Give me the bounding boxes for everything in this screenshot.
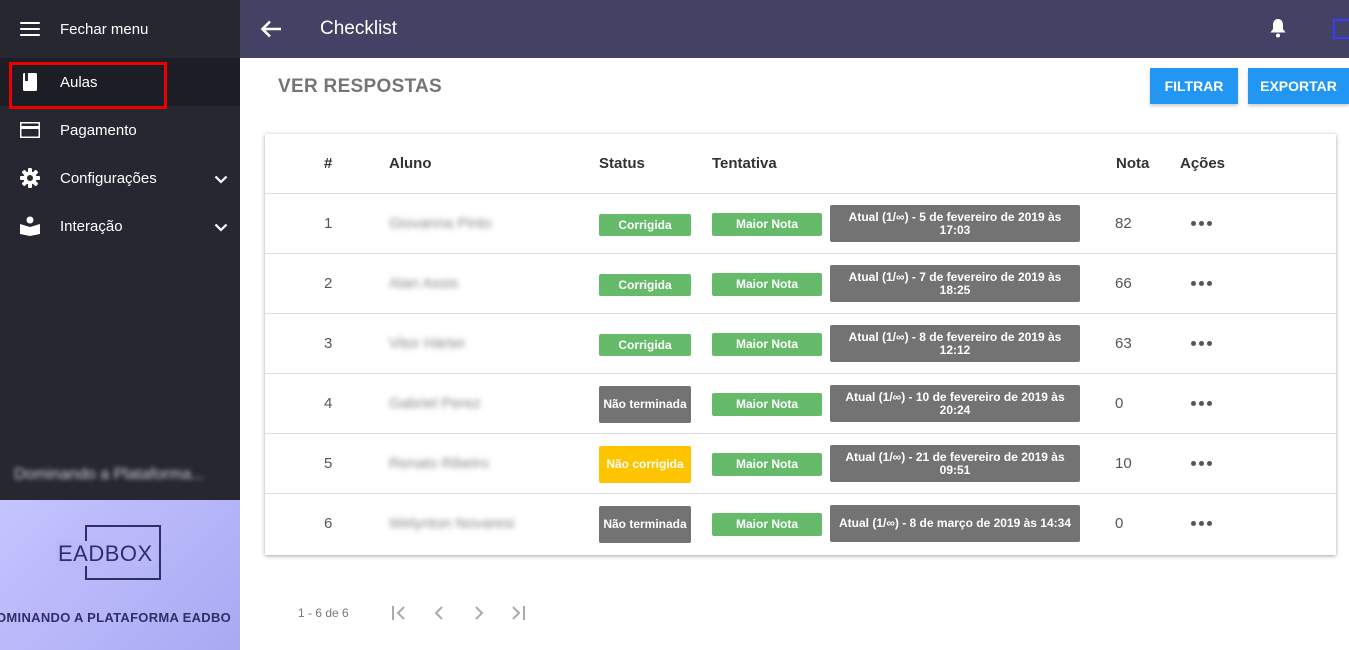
status-badge: Corrigida — [599, 274, 691, 296]
more-actions-icon[interactable] — [1191, 401, 1212, 406]
attempt-date-badge: Atual (1/∞) - 5 de fevereiro de 2019 às … — [830, 205, 1080, 242]
student-name: Alan Assis — [389, 275, 459, 292]
prev-page-icon[interactable] — [429, 603, 449, 623]
close-menu-button[interactable]: Fechar menu — [0, 0, 240, 58]
row-number: 2 — [324, 275, 333, 292]
book-icon — [20, 72, 40, 92]
col-status[interactable]: Status — [599, 155, 645, 172]
attempt-date-badge: Atual (1/∞) - 8 de março de 2019 às 14:3… — [830, 505, 1080, 542]
answers-table: # Aluno Status Tentativa Nota Ações 1 Gi… — [265, 134, 1336, 555]
status-badge: Não terminada — [599, 386, 691, 423]
student-name: Giovanna Pinto — [389, 215, 492, 232]
attempt-badge: Maior Nota — [712, 453, 822, 476]
col-acoes: Ações — [1180, 155, 1226, 172]
status-badge: Corrigida — [599, 334, 691, 356]
attempt-badge: Maior Nota — [712, 213, 822, 236]
table-row[interactable]: 4 Gabriel Perez Não terminada Maior Nota… — [265, 374, 1336, 434]
student-name: Welynton Novaresi — [389, 515, 515, 532]
sidebar-item-label: Pagamento — [60, 121, 137, 139]
table-row[interactable]: 6 Welynton Novaresi Não terminada Maior … — [265, 494, 1336, 554]
row-number: 6 — [324, 515, 333, 532]
attempt-date-badge: Atual (1/∞) - 7 de fevereiro de 2019 às … — [830, 265, 1080, 302]
table-row[interactable]: 5 Renato Ribeiro Não corrigida Maior Not… — [265, 434, 1336, 494]
row-number: 4 — [324, 395, 333, 412]
attempt-date-badge: Atual (1/∞) - 8 de fevereiro de 2019 às … — [830, 325, 1080, 362]
pagination-info: 1 - 6 de 6 — [298, 606, 349, 620]
sidebar: Fechar menu Aulas Pagamento Configuraçõe… — [0, 0, 240, 650]
hamburger-icon — [20, 22, 40, 36]
reader-icon — [20, 216, 40, 236]
chevron-down-icon[interactable] — [214, 219, 228, 236]
gear-icon — [20, 168, 40, 188]
attempt-badge: Maior Nota — [712, 333, 822, 356]
course-banner[interactable]: EADBOX OMINANDO A PLATAFORMA EADBO — [0, 500, 240, 650]
credit-card-icon — [20, 120, 40, 140]
first-page-icon[interactable] — [389, 603, 409, 623]
page-title-bar: Checklist — [320, 18, 398, 39]
sidebar-item-label: Configurações — [60, 169, 157, 187]
status-badge: Corrigida — [599, 214, 691, 236]
more-actions-icon[interactable] — [1191, 221, 1212, 226]
row-number: 5 — [324, 455, 333, 472]
more-actions-icon[interactable] — [1191, 341, 1212, 346]
export-button[interactable]: EXPORTAR — [1248, 68, 1349, 104]
grade-value: 66 — [1115, 275, 1132, 292]
student-name: Renato Ribeiro — [389, 455, 490, 472]
sidebar-item-label: Aulas — [60, 73, 98, 91]
eadbox-logo: EADBOX — [56, 541, 155, 566]
attempt-badge: Maior Nota — [712, 513, 822, 536]
close-menu-label: Fechar menu — [60, 20, 149, 38]
attempt-date-badge: Atual (1/∞) - 10 de fevereiro de 2019 às… — [830, 385, 1080, 422]
attempt-badge: Maior Nota — [712, 273, 822, 296]
table-row[interactable]: 2 Alan Assis Corrigida Maior Nota Atual … — [265, 254, 1336, 314]
sidebar-item-label: Interação — [60, 217, 123, 235]
course-name[interactable]: Dominando a Plataforma... — [14, 466, 229, 484]
attempt-badge: Maior Nota — [712, 393, 822, 416]
top-bar: Checklist — [240, 0, 1349, 58]
back-arrow-icon[interactable] — [260, 18, 282, 40]
fullscreen-icon[interactable] — [1333, 19, 1349, 39]
filter-button[interactable]: FILTRAR — [1150, 68, 1238, 104]
banner-subtitle: OMINANDO A PLATAFORMA EADBO — [0, 610, 232, 625]
col-aluno[interactable]: Aluno — [389, 155, 432, 172]
grade-value: 0 — [1115, 515, 1124, 532]
student-name: Gabriel Perez — [389, 395, 481, 412]
col-tentativa[interactable]: Tentativa — [712, 155, 777, 172]
last-page-icon[interactable] — [508, 603, 528, 623]
grade-value: 63 — [1115, 335, 1132, 352]
row-number: 3 — [324, 335, 333, 352]
sidebar-item-pagamento[interactable]: Pagamento — [0, 106, 240, 154]
col-nota[interactable]: Nota — [1116, 155, 1149, 172]
more-actions-icon[interactable] — [1191, 461, 1212, 466]
more-actions-icon[interactable] — [1191, 521, 1212, 526]
grade-value: 82 — [1115, 215, 1132, 232]
status-badge: Não terminada — [599, 506, 691, 543]
sidebar-item-interacao[interactable]: Interação — [0, 202, 240, 250]
attempt-date-badge: Atual (1/∞) - 21 de fevereiro de 2019 às… — [830, 445, 1080, 482]
col-num[interactable]: # — [324, 155, 332, 172]
page-title: VER RESPOSTAS — [278, 76, 443, 97]
table-row[interactable]: 3 Vitor Härter Corrigida Maior Nota Atua… — [265, 314, 1336, 374]
status-badge: Não corrigida — [599, 446, 691, 483]
chevron-down-icon[interactable] — [214, 171, 228, 188]
sidebar-item-configuracoes[interactable]: Configurações — [0, 154, 240, 202]
table-header: # Aluno Status Tentativa Nota Ações — [265, 134, 1336, 194]
table-row[interactable]: 1 Giovanna Pinto Corrigida Maior Nota At… — [265, 194, 1336, 254]
bell-icon[interactable] — [1269, 18, 1287, 43]
grade-value: 0 — [1115, 395, 1124, 412]
sidebar-item-aulas[interactable]: Aulas — [0, 58, 240, 106]
more-actions-icon[interactable] — [1191, 281, 1212, 286]
student-name: Vitor Härter — [389, 335, 466, 352]
row-number: 1 — [324, 215, 333, 232]
grade-value: 10 — [1115, 455, 1132, 472]
next-page-icon[interactable] — [469, 603, 489, 623]
